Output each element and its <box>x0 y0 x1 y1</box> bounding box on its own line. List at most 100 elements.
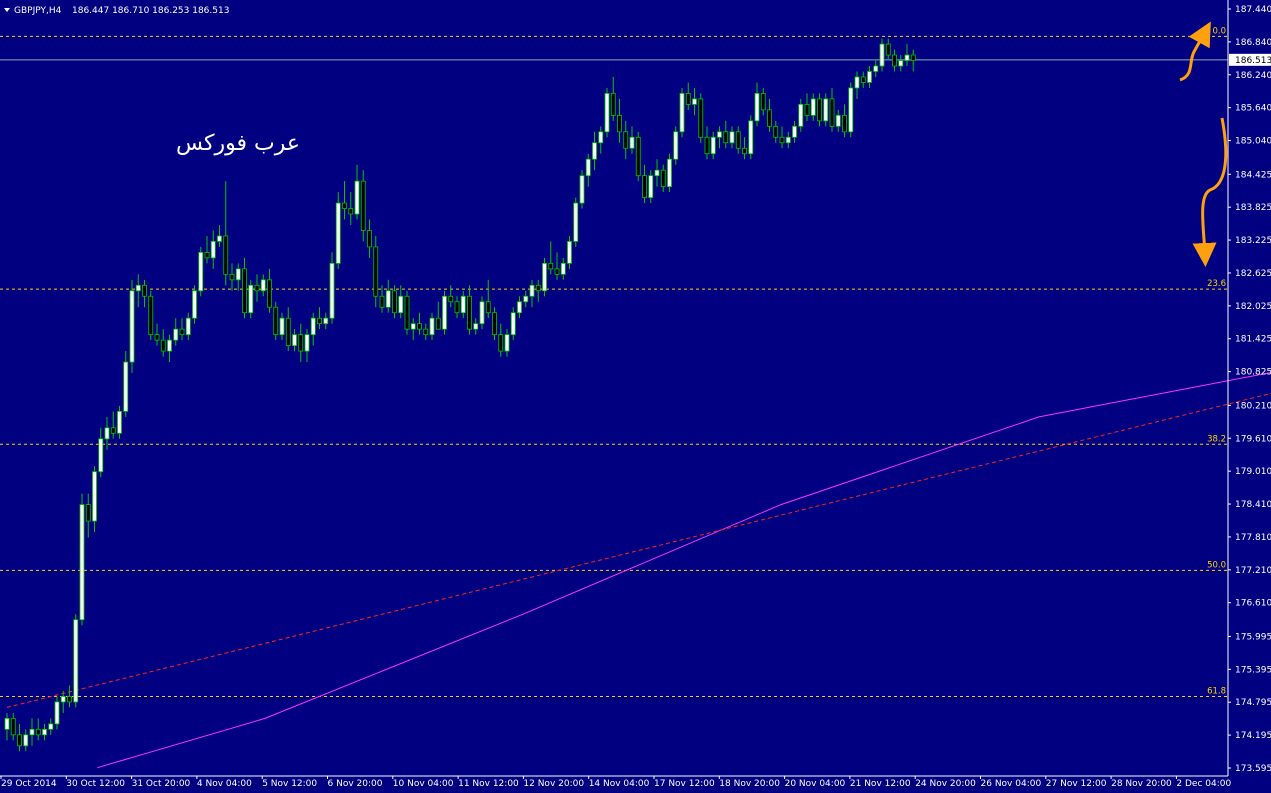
candle-bear <box>704 136 710 155</box>
candle-bear <box>685 93 691 105</box>
y-tick-label: 178.410 <box>1235 500 1271 510</box>
candle-bear <box>498 334 504 352</box>
candle-bull <box>542 262 547 292</box>
candle-bull <box>873 65 879 72</box>
price-chart[interactable]: 0.0 23.6 38.2 50.0 61.8 187.440 186.840 186.24… <box>0 0 1271 793</box>
fib-level-label: 38.2 <box>1207 434 1226 444</box>
y-tick-label: 186.840 <box>1235 38 1271 48</box>
candle-bull <box>385 290 391 308</box>
candle-bear <box>223 235 229 275</box>
candle-bull <box>442 295 447 330</box>
candle-bear <box>617 114 622 133</box>
x-tick-label: 2 Dec 04:00 <box>1176 779 1231 789</box>
candle-bull <box>304 334 310 352</box>
y-tick-label: 182.025 <box>1235 302 1271 312</box>
candle-bull <box>117 410 122 434</box>
candle-bull <box>398 295 404 314</box>
candle-bull <box>898 60 904 67</box>
candle-bull <box>260 279 266 292</box>
y-tick-label: 185.040 <box>1235 137 1271 147</box>
candle-bear <box>454 301 460 314</box>
candle-bear <box>417 323 422 330</box>
candle-bear <box>817 98 822 122</box>
candle-bear <box>492 312 497 336</box>
candle-bull <box>173 328 179 341</box>
x-tick-label: 10 Nov 04:00 <box>393 779 454 789</box>
candle-bull <box>329 262 335 319</box>
candle-bull <box>748 120 754 155</box>
candle-bull <box>98 438 104 473</box>
candle-bear <box>317 317 322 325</box>
candle-bull <box>29 728 35 736</box>
candle-bear <box>348 208 354 215</box>
candle-bear <box>423 328 429 336</box>
candle-bear <box>467 295 472 330</box>
candle-bear <box>829 98 835 127</box>
candle-bear <box>910 54 916 61</box>
dropdown-triangle-icon[interactable] <box>4 8 10 12</box>
candle-bear <box>154 334 160 341</box>
y-tick-label: 174.195 <box>1235 731 1271 741</box>
x-tick-label: 4 Nov 04:00 <box>197 779 252 789</box>
candle-bear <box>723 131 729 144</box>
candle-bull <box>573 202 579 242</box>
candle-bull <box>504 334 510 352</box>
candle-bear <box>273 306 279 336</box>
y-tick-label: 185.640 <box>1235 104 1271 114</box>
candle-bear <box>379 295 385 308</box>
candle-bear <box>392 290 397 314</box>
candle-bull <box>854 76 860 89</box>
chart-root: 0.0 23.6 38.2 50.0 61.8 187.440 186.840 186.24… <box>0 0 1271 793</box>
x-tick-label: 27 Nov 12:00 <box>1046 779 1107 789</box>
candle-bull <box>210 241 216 259</box>
candle-bull <box>167 339 172 352</box>
candle-bull <box>217 235 222 242</box>
candle-bull <box>679 93 685 133</box>
candle-bull <box>648 175 654 198</box>
candle-bull <box>798 103 804 127</box>
candle-bull <box>879 43 885 67</box>
x-tick-label: 29 Oct 2014 <box>1 779 57 789</box>
ohlc-values: 186.447 186.710 186.253 186.513 <box>72 6 229 16</box>
candle-bull <box>310 317 316 336</box>
symbol-label: GBPJPY,H4 <box>14 6 62 16</box>
x-tick-label: 24 Nov 20:00 <box>915 779 976 789</box>
x-tick-label: 17 Nov 12:00 <box>654 779 715 789</box>
candle-bull <box>629 136 635 149</box>
candle-bear <box>623 131 629 149</box>
y-tick-label: 177.210 <box>1235 566 1271 576</box>
candle-bull <box>717 131 722 138</box>
x-tick-label: 18 Nov 20:00 <box>719 779 780 789</box>
candle-bull <box>410 323 416 330</box>
candle-bear <box>742 147 747 155</box>
candle-bull <box>185 317 191 336</box>
candle-bull <box>867 71 872 83</box>
x-tick-label: 12 Nov 20:00 <box>523 779 584 789</box>
candle-bear <box>842 114 847 133</box>
y-tick-label: 180.825 <box>1235 368 1271 378</box>
y-tick-label: 186.240 <box>1235 71 1271 81</box>
candle-bull <box>4 717 10 730</box>
fib-level-label: 0.0 <box>1212 26 1226 36</box>
candle-bear <box>148 295 154 336</box>
x-tick-label: 5 Nov 12:00 <box>262 779 317 789</box>
candle-bull <box>585 158 591 177</box>
candle-bear <box>760 93 766 111</box>
candle-bear <box>179 328 185 336</box>
candle-bull <box>785 136 791 144</box>
candle-bull <box>792 125 797 138</box>
candle-bull <box>729 131 735 144</box>
y-tick-label: 175.995 <box>1235 632 1271 642</box>
candle-bull <box>92 471 97 522</box>
candle-bear <box>367 230 372 248</box>
candle-bear <box>285 317 291 347</box>
x-tick-label: 6 Nov 20:00 <box>328 779 383 789</box>
candle-bull <box>323 317 329 325</box>
candle-bull <box>835 114 841 127</box>
candle-bull <box>42 728 47 736</box>
candle-bear <box>35 728 41 736</box>
x-tick-label: 11 Nov 12:00 <box>458 779 519 789</box>
candle-bear <box>804 103 810 116</box>
candle-bear <box>773 125 779 138</box>
candle-bull <box>60 696 66 703</box>
